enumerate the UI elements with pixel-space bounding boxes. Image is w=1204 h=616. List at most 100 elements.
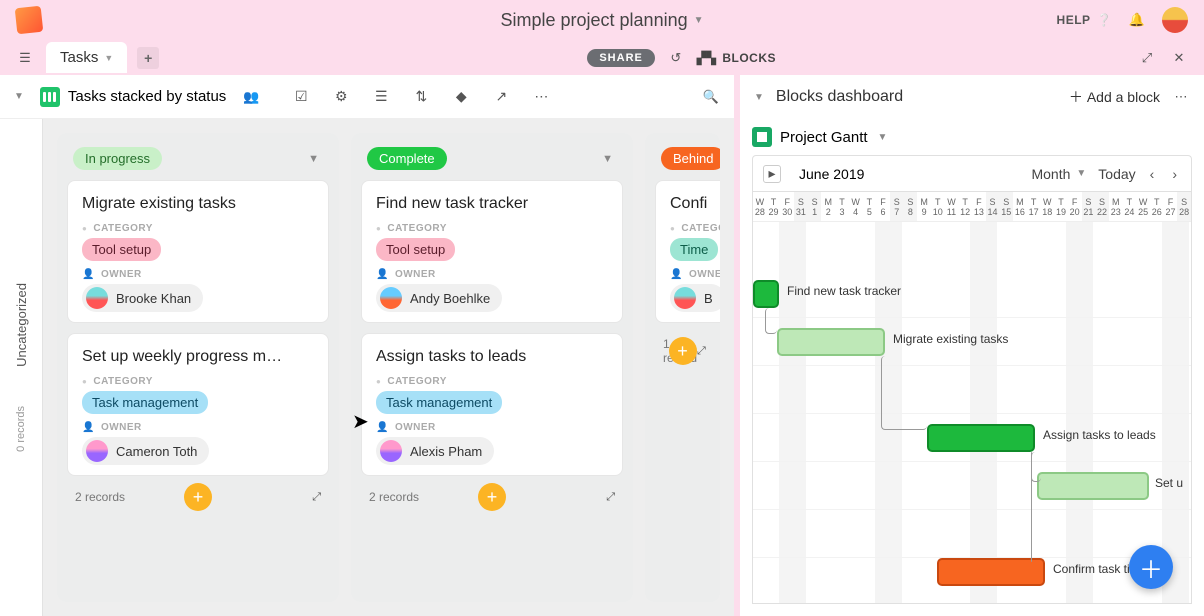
kanban-card[interactable]: Assign tasks to leads CATEGORY Task mana… [361, 333, 623, 476]
owner-chip: Alexis Pham [376, 437, 494, 465]
filter-icon[interactable]: ☰ [370, 86, 392, 108]
gantt-bar[interactable] [937, 558, 1045, 586]
add-table-button[interactable]: + [137, 47, 159, 69]
view-title[interactable]: Tasks stacked by status [40, 87, 226, 107]
collapse-column-icon[interactable]: ⤢ [606, 491, 615, 504]
date-column: T26 [1150, 192, 1164, 221]
table-tabs-bar: ☰ Tasks ▼ + SHARE ↺ ▞▚ BLOCKS ⤢ ✕ [0, 40, 1204, 75]
gantt-today-button[interactable]: Today [1098, 166, 1135, 182]
date-column: F27 [1164, 192, 1178, 221]
date-column: F6 [876, 192, 890, 221]
gantt-bar[interactable] [753, 280, 779, 308]
date-column: S28 [1177, 192, 1191, 221]
gantt-prev-icon[interactable]: ‹ [1146, 166, 1159, 182]
gear-icon[interactable]: ⚙ [330, 86, 352, 108]
kanban-column: Behind ▼ Confi CATEGORY Time OWNER B 1 r… [645, 133, 720, 602]
gantt-block-header[interactable]: Project Gantt ▼ [740, 119, 1204, 155]
uncategorized-column[interactable]: Uncategorized 0 records [0, 119, 43, 616]
gantt-bar[interactable] [1037, 472, 1149, 500]
date-column: T5 [863, 192, 877, 221]
close-icon[interactable]: ✕ [1168, 47, 1190, 69]
owner-label: OWNER [82, 269, 314, 280]
date-column: T17 [1027, 192, 1041, 221]
view-dropdown-icon[interactable]: ▼ [12, 89, 26, 104]
date-column: S21 [1082, 192, 1096, 221]
owner-name: B [704, 291, 713, 306]
date-column: F30 [780, 192, 794, 221]
more-icon[interactable]: ⋯ [530, 86, 552, 108]
gantt-chart[interactable]: W28T29F30S31S1M2T3W4T5F6S7S8M9T10W11T12F… [752, 191, 1192, 604]
collapse-column-icon[interactable]: ⤢ [312, 491, 321, 504]
notifications-icon[interactable]: 🔔 [1126, 9, 1148, 31]
status-pill[interactable]: Behind [661, 147, 720, 170]
date-column: W18 [1040, 192, 1054, 221]
gantt-bar[interactable] [927, 424, 1035, 452]
category-label: CATEGORY [376, 223, 608, 234]
user-avatar[interactable] [1162, 7, 1188, 33]
date-column: T19 [1054, 192, 1068, 221]
date-column: W25 [1136, 192, 1150, 221]
category-label: CATEGORY [376, 376, 608, 387]
category-label: CATEGORY [670, 223, 720, 234]
owner-avatar-icon [86, 287, 108, 309]
add-card-button[interactable]: + [669, 337, 697, 365]
chevron-down-icon: ▼ [1074, 166, 1088, 181]
status-pill[interactable]: Complete [367, 147, 447, 170]
sort-icon[interactable]: ⇅ [410, 86, 432, 108]
share-view-icon[interactable]: ↗ [490, 86, 512, 108]
collapse-column-icon[interactable]: ⤢ [697, 345, 706, 358]
kanban-card[interactable]: Confi CATEGORY Time OWNER B [655, 180, 720, 323]
add-gantt-task-button[interactable]: ＋ [1129, 545, 1173, 589]
date-column: W4 [849, 192, 863, 221]
category-pill: Task management [376, 391, 502, 414]
date-column: W11 [945, 192, 959, 221]
blocks-collapse-icon[interactable]: ▼ [752, 90, 766, 105]
view-toolbar: ☑ ⚙ ☰ ⇅ ◆ ↗ ⋯ [290, 86, 552, 108]
sidebar-toggle-icon[interactable]: ▸ [763, 165, 781, 183]
more-icon[interactable]: ⋯ [1170, 86, 1192, 108]
kanban-card[interactable]: Migrate existing tasks CATEGORY Tool set… [67, 180, 329, 323]
blocks-header: ▼ Blocks dashboard ＋ Add a block ⋯ [740, 75, 1204, 119]
share-button[interactable]: SHARE [587, 49, 655, 67]
blocks-button[interactable]: ▞▚ BLOCKS [697, 51, 776, 65]
date-column: W28 [753, 192, 767, 221]
gantt-next-icon[interactable]: › [1168, 166, 1181, 182]
add-card-button[interactable]: + [478, 483, 506, 511]
date-column: M9 [917, 192, 931, 221]
help-button[interactable]: HELP ❔ [1057, 13, 1112, 27]
column-header: In progress ▼ [67, 143, 329, 180]
category-pill: Task management [82, 391, 208, 414]
date-column: S1 [808, 192, 822, 221]
checkbox-icon[interactable]: ☑ [290, 86, 312, 108]
top-bar-right: HELP ❔ 🔔 [1057, 7, 1188, 33]
gantt-period-select[interactable]: Month ▼ [1031, 166, 1088, 182]
date-column: M16 [1013, 192, 1027, 221]
expand-icon[interactable]: ⤢ [1136, 47, 1158, 69]
chevron-down-icon: ▼ [694, 15, 704, 26]
gantt-task-label: Assign tasks to leads [1043, 428, 1156, 442]
menu-icon[interactable]: ☰ [14, 47, 36, 69]
history-icon[interactable]: ↺ [665, 47, 687, 69]
date-column: M2 [821, 192, 835, 221]
gantt-date-label: June 2019 [791, 166, 1021, 182]
color-icon[interactable]: ◆ [450, 86, 472, 108]
chevron-down-icon: ▼ [876, 130, 890, 145]
gantt-bar[interactable] [777, 328, 885, 356]
kanban-card[interactable]: Set up weekly progress m… CATEGORY Task … [67, 333, 329, 476]
kanban-card[interactable]: Find new task tracker CATEGORY Tool setu… [361, 180, 623, 323]
add-block-button[interactable]: ＋ Add a block [1069, 87, 1160, 107]
add-card-button[interactable]: + [184, 483, 212, 511]
search-icon[interactable]: 🔍 [700, 86, 722, 108]
base-title[interactable]: Simple project planning ▼ [500, 10, 703, 31]
uncategorized-label: Uncategorized [14, 283, 29, 367]
status-pill[interactable]: In progress [73, 147, 162, 170]
app-logo-icon[interactable] [15, 6, 44, 35]
owner-chip: Cameron Toth [82, 437, 209, 465]
collaborators-icon[interactable]: 👥 [240, 86, 262, 108]
date-column: S15 [999, 192, 1013, 221]
column-menu-icon[interactable]: ▼ [304, 149, 323, 169]
gantt-task-label: Find new task tracker [787, 284, 901, 298]
tab-tasks[interactable]: Tasks ▼ [46, 42, 127, 73]
column-menu-icon[interactable]: ▼ [598, 149, 617, 169]
column-header: Behind ▼ [655, 143, 710, 180]
